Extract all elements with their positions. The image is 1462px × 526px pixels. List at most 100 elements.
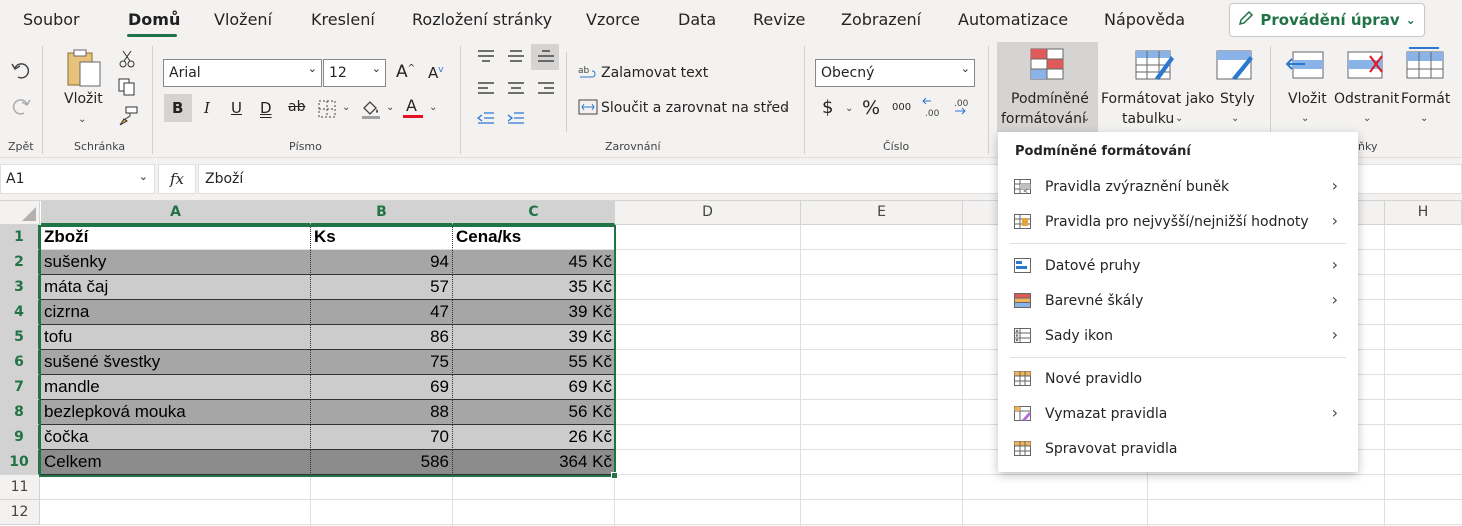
tab-help[interactable]: Nápověda (1104, 10, 1185, 29)
thousands-separator-button[interactable]: 000 (892, 102, 911, 113)
menu-item-manage-rules[interactable]: Spravovat pravidla (998, 432, 1358, 466)
chevron-down-icon[interactable]: ⌄ (845, 103, 853, 114)
wrap-text-button[interactable]: Zalamovat text (601, 65, 708, 81)
tab-view[interactable]: Zobrazení (841, 10, 921, 29)
conditional-formatting-label-1[interactable]: Podmíněné (1011, 91, 1089, 107)
cut-icon[interactable] (118, 50, 136, 72)
column-header-e[interactable]: E (801, 201, 963, 225)
tab-file[interactable]: Soubor (23, 10, 80, 29)
wrap-text-icon[interactable]: ab (578, 63, 596, 85)
double-underline-button[interactable]: D (260, 99, 272, 117)
tab-automate[interactable]: Automatizace (958, 10, 1068, 29)
increase-decimal-icon[interactable]: .00 (921, 96, 943, 122)
merge-center-button[interactable]: Sloučit a zarovnat na střed (601, 100, 789, 116)
row-header-11[interactable]: 11 (0, 475, 40, 500)
menu-item-clear-rules[interactable]: Vymazat pravidla › (998, 397, 1358, 431)
column-header-d[interactable]: D (615, 201, 801, 225)
italic-button[interactable]: I (204, 99, 210, 117)
menu-item-new-rule[interactable]: Nové pravidlo (998, 362, 1358, 396)
format-cells-label[interactable]: Formát (1401, 91, 1450, 107)
borders-icon[interactable] (318, 100, 336, 122)
number-format-select[interactable]: Obecný ⌄ (815, 59, 975, 87)
align-bottom-icon[interactable] (536, 48, 556, 68)
decrease-font-icon[interactable]: Av (428, 64, 444, 82)
name-box[interactable]: A1 ⌄ (0, 164, 155, 194)
fill-color-icon[interactable] (360, 98, 382, 124)
row-header-1[interactable]: 1 (0, 225, 40, 250)
chevron-down-icon[interactable]: ⌄ (1175, 113, 1183, 124)
tab-review[interactable]: Revize (753, 10, 805, 29)
conditional-formatting-label-2[interactable]: formátování (1001, 111, 1086, 127)
row-header-9[interactable]: 9 (0, 425, 40, 450)
row-header-4[interactable]: 4 (0, 300, 40, 325)
format-as-table-label-1[interactable]: Formátovat jako (1101, 91, 1214, 107)
row-header-5[interactable]: 5 (0, 325, 40, 350)
tab-data[interactable]: Data (678, 10, 716, 29)
chevron-down-icon[interactable]: ⌄ (342, 102, 350, 113)
chevron-down-icon[interactable]: ⌄ (782, 102, 790, 113)
tab-insert[interactable]: Vložení (214, 10, 272, 29)
menu-item-color-scales[interactable]: Barevné škály › (998, 284, 1358, 318)
increase-font-icon[interactable]: A^ (396, 62, 415, 82)
cell-styles-icon[interactable] (1216, 48, 1254, 86)
percent-button[interactable]: % (862, 97, 880, 119)
chevron-down-icon[interactable]: ⌄ (1301, 113, 1309, 124)
chevron-down-icon[interactable]: ⌄ (1363, 113, 1371, 124)
copy-icon[interactable] (118, 78, 136, 100)
insert-cells-label[interactable]: Vložit (1288, 91, 1327, 107)
editing-mode-button[interactable]: Provádění úprav ⌄ (1229, 3, 1425, 37)
delete-cells-icon[interactable] (1346, 50, 1386, 84)
currency-button[interactable]: $ (822, 97, 833, 118)
decrease-indent-icon[interactable] (476, 110, 496, 130)
font-name-select[interactable]: Arial ⌄ (163, 59, 322, 87)
bold-button[interactable]: B (172, 99, 183, 117)
tab-draw[interactable]: Kreslení (311, 10, 375, 29)
underline-button[interactable]: U (231, 99, 242, 117)
strikethrough-button[interactable]: ab (288, 99, 305, 115)
insert-function-button[interactable]: fx (158, 164, 196, 194)
decrease-decimal-icon[interactable]: .00 (951, 96, 973, 122)
menu-item-highlight-cells-rules[interactable]: < Pravidla zvýraznění buněk › (998, 170, 1358, 204)
format-cells-icon[interactable] (1405, 46, 1445, 84)
chevron-down-icon[interactable]: ⌄ (1420, 113, 1428, 124)
align-top-icon[interactable] (476, 48, 496, 68)
row-header-12[interactable]: 12 (0, 500, 40, 525)
tab-page-layout[interactable]: Rozložení stránky (412, 10, 552, 29)
tab-formulas[interactable]: Vzorce (586, 10, 640, 29)
align-right-icon[interactable] (536, 80, 556, 100)
delete-cells-label[interactable]: Odstranit (1334, 91, 1399, 107)
merge-center-icon[interactable] (578, 98, 598, 120)
cell-styles-label[interactable]: Styly (1220, 91, 1255, 107)
column-header-b[interactable]: B (311, 201, 453, 225)
select-all-corner[interactable] (0, 201, 40, 225)
row-header-7[interactable]: 7 (0, 375, 40, 400)
align-center-icon[interactable] (506, 80, 526, 100)
align-left-icon[interactable] (476, 80, 496, 100)
row-header-6[interactable]: 6 (0, 350, 40, 375)
row-header-3[interactable]: 3 (0, 275, 40, 300)
row-header-8[interactable]: 8 (0, 400, 40, 425)
conditional-formatting-icon[interactable] (1030, 48, 1064, 84)
font-color-icon[interactable]: A (406, 96, 417, 115)
column-header-a[interactable]: A (41, 201, 311, 225)
fill-handle[interactable] (611, 472, 618, 479)
chevron-down-icon[interactable]: ⌄ (1231, 113, 1239, 124)
row-header-2[interactable]: 2 (0, 250, 40, 275)
format-painter-icon[interactable] (118, 106, 138, 130)
chevron-down-icon[interactable]: ⌄ (139, 170, 148, 183)
format-as-table-label-2[interactable]: tabulku (1122, 111, 1174, 127)
undo-icon[interactable] (10, 60, 32, 84)
font-size-select[interactable]: 12 ⌄ (323, 59, 386, 87)
chevron-down-icon[interactable]: ⌄ (386, 102, 394, 113)
chevron-down-icon[interactable]: ⌄ (429, 102, 437, 113)
increase-indent-icon[interactable] (506, 110, 526, 130)
chevron-down-icon[interactable]: ⌄ (78, 114, 86, 125)
insert-cells-icon[interactable] (1285, 50, 1325, 84)
column-header-h[interactable]: H (1385, 201, 1462, 225)
paste-icon[interactable] (66, 48, 102, 92)
column-header-c[interactable]: C (453, 201, 615, 225)
tab-home[interactable]: Domů (128, 10, 180, 29)
align-middle-icon[interactable] (506, 48, 526, 68)
format-as-table-icon[interactable] (1135, 48, 1175, 86)
chevron-down-icon[interactable]: ⌄ (1082, 113, 1090, 124)
